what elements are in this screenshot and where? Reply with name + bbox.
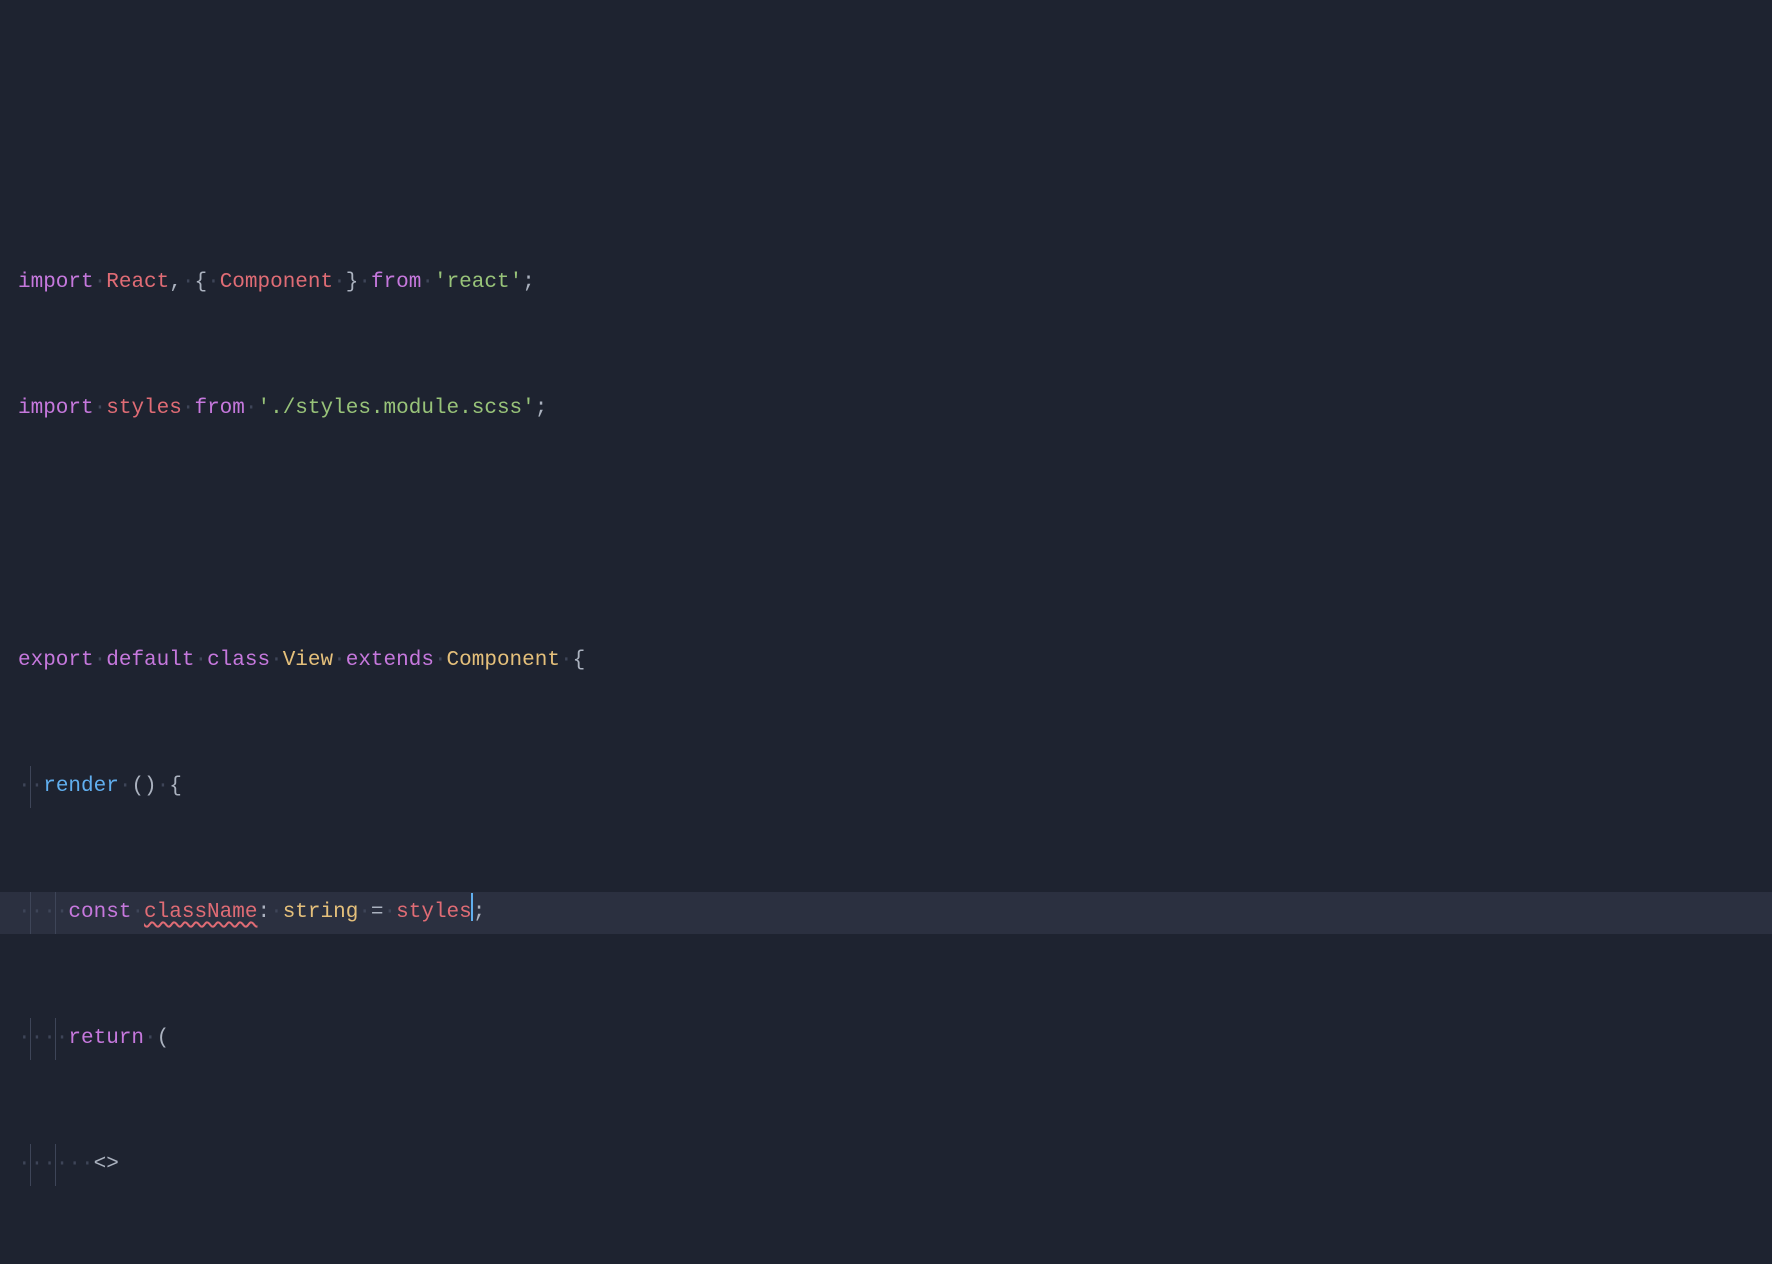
semicolon: ; bbox=[522, 271, 535, 294]
whitespace-dot: · bbox=[94, 649, 107, 672]
whitespace-dot: · bbox=[270, 649, 283, 672]
jsx-fragment-open: <> bbox=[94, 1153, 119, 1176]
brace: { bbox=[194, 271, 207, 294]
indent-guide bbox=[30, 766, 31, 808]
whitespace-dot: · bbox=[358, 901, 371, 924]
identifier: Component bbox=[220, 271, 333, 294]
brace: } bbox=[346, 271, 359, 294]
keyword-return: return bbox=[68, 1027, 144, 1050]
indent-guide bbox=[55, 1018, 56, 1060]
keyword-export: export bbox=[18, 649, 94, 672]
keyword-extends: extends bbox=[346, 649, 434, 672]
code-editor[interactable]: import·React,·{·Component·}·from·'react'… bbox=[0, 178, 1772, 1264]
code-line-2[interactable]: import·styles·from·'./styles.module.scss… bbox=[0, 388, 1772, 430]
whitespace-dot: · bbox=[94, 271, 107, 294]
class-name: View bbox=[283, 649, 333, 672]
code-line-4[interactable]: export·default·class·View·extends·Compon… bbox=[0, 640, 1772, 682]
whitespace-dot: · bbox=[119, 775, 132, 798]
whitespace-dot: · bbox=[131, 901, 144, 924]
string-literal: './styles.module.scss' bbox=[258, 397, 535, 420]
code-line-7[interactable]: ····return·( bbox=[0, 1018, 1772, 1060]
whitespace-dot: · bbox=[182, 397, 195, 420]
keyword-const: const bbox=[68, 901, 131, 924]
keyword-default: default bbox=[106, 649, 194, 672]
identifier-error: className bbox=[144, 901, 257, 924]
equals: = bbox=[371, 901, 384, 924]
semicolon: ; bbox=[473, 901, 486, 924]
whitespace-dots: ···· bbox=[18, 901, 68, 924]
keyword-import: import bbox=[18, 271, 94, 294]
code-line-6-active[interactable]: ····const·className:·string·=·styles; bbox=[0, 892, 1772, 934]
identifier: styles bbox=[106, 397, 182, 420]
code-line-1[interactable]: import·React,·{·Component·}·from·'react'… bbox=[0, 262, 1772, 304]
colon: : bbox=[257, 901, 270, 924]
indent-guide bbox=[55, 892, 56, 934]
whitespace-dot: · bbox=[358, 271, 371, 294]
indent-guide bbox=[55, 1144, 56, 1186]
type-name: string bbox=[283, 901, 359, 924]
identifier: styles bbox=[396, 901, 472, 924]
code-line-5[interactable]: ··render·()·{ bbox=[0, 766, 1772, 808]
whitespace-dot: · bbox=[194, 649, 207, 672]
indent-guide bbox=[30, 892, 31, 934]
whitespace-dot: · bbox=[94, 397, 107, 420]
whitespace-dot: · bbox=[270, 901, 283, 924]
keyword-from: from bbox=[194, 397, 244, 420]
semicolon: ; bbox=[535, 397, 548, 420]
comma: , bbox=[169, 271, 182, 294]
whitespace-dot: · bbox=[560, 649, 573, 672]
whitespace-dot: · bbox=[333, 649, 346, 672]
whitespace-dot: · bbox=[434, 649, 447, 672]
paren: ( bbox=[157, 1027, 170, 1050]
whitespace-dot: · bbox=[245, 397, 258, 420]
whitespace-dot: · bbox=[333, 271, 346, 294]
whitespace-dot: · bbox=[207, 271, 220, 294]
indent-guide bbox=[30, 1018, 31, 1060]
keyword-from: from bbox=[371, 271, 421, 294]
method-name: render bbox=[43, 775, 119, 798]
indent-guide bbox=[30, 1144, 31, 1186]
whitespace-dot: · bbox=[421, 271, 434, 294]
whitespace-dot: · bbox=[384, 901, 397, 924]
keyword-import: import bbox=[18, 397, 94, 420]
identifier: React bbox=[106, 271, 169, 294]
class-name: Component bbox=[447, 649, 560, 672]
keyword-class: class bbox=[207, 649, 270, 672]
parens: () bbox=[131, 775, 156, 798]
brace: { bbox=[573, 649, 586, 672]
whitespace-dot: · bbox=[157, 775, 170, 798]
code-line-8[interactable]: ······<> bbox=[0, 1144, 1772, 1186]
string-literal: 'react' bbox=[434, 271, 522, 294]
code-line-3[interactable] bbox=[0, 514, 1772, 556]
brace: { bbox=[169, 775, 182, 798]
whitespace-dot: · bbox=[182, 271, 195, 294]
whitespace-dots: ···· bbox=[18, 1027, 68, 1050]
whitespace-dot: · bbox=[144, 1027, 157, 1050]
